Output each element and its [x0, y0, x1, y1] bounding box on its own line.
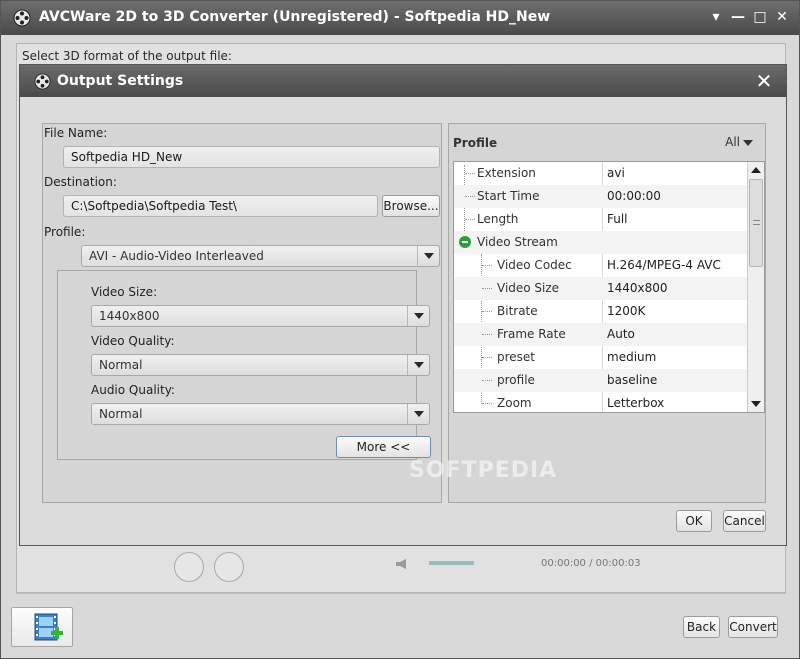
- property-row[interactable]: profile baseline: [454, 369, 747, 392]
- volume-slider[interactable]: [429, 561, 474, 565]
- app-window: AVCWare 2D to 3D Converter (Unregistered…: [0, 0, 800, 659]
- chevron-down-icon[interactable]: [417, 246, 439, 266]
- property-value: Auto: [607, 327, 635, 341]
- ok-button[interactable]: OK: [676, 510, 712, 532]
- property-key: Zoom: [497, 396, 532, 410]
- chevron-down-icon: [743, 139, 753, 146]
- audio-quality-select[interactable]: Normal: [91, 403, 430, 425]
- chevron-down-icon[interactable]: [407, 306, 429, 326]
- browse-button[interactable]: Browse...: [382, 195, 440, 217]
- property-key: Video Codec: [497, 258, 572, 272]
- maximize-button[interactable]: □: [749, 6, 771, 28]
- property-row[interactable]: Frame Rate Auto: [454, 323, 747, 346]
- property-row[interactable]: Start Time 00:00:00: [454, 185, 747, 208]
- property-value: avi: [607, 166, 625, 180]
- profile-filter-dropdown[interactable]: All: [725, 135, 753, 149]
- play-button[interactable]: [174, 552, 204, 582]
- property-key: Extension: [477, 166, 536, 180]
- title-bar[interactable]: AVCWare 2D to 3D Converter (Unregistered…: [1, 1, 799, 35]
- property-value: Full: [607, 212, 628, 226]
- chevron-down-icon[interactable]: [407, 355, 429, 375]
- property-row[interactable]: Video Size 1440x800: [454, 277, 747, 300]
- property-row[interactable]: Length Full: [454, 208, 747, 231]
- window-title: AVCWare 2D to 3D Converter (Unregistered…: [39, 9, 551, 25]
- property-key: Video Stream: [477, 235, 558, 249]
- profile-select[interactable]: AVI - Audio-Video Interleaved: [81, 245, 440, 267]
- video-quality-select[interactable]: Normal: [91, 354, 430, 376]
- window-menu-button[interactable]: ▾: [705, 6, 727, 28]
- property-value: 00:00:00: [607, 189, 661, 203]
- profile-property-grid: Extension avi Start Time 00:00:00 Length…: [453, 161, 765, 413]
- chevron-down-icon[interactable]: [407, 404, 429, 424]
- grip-icon: [753, 220, 760, 225]
- profile-filter-value: All: [725, 135, 740, 149]
- property-key: Video Size: [497, 281, 560, 295]
- cancel-button[interactable]: Cancel: [723, 510, 766, 532]
- collapse-icon[interactable]: [459, 236, 471, 248]
- video-size-label: Video Size:: [91, 285, 158, 299]
- file-name-input[interactable]: Softpedia HD_New: [63, 146, 440, 168]
- minimize-button[interactable]: —: [727, 6, 749, 28]
- property-value: 1440x800: [607, 281, 668, 295]
- property-key: Length: [477, 212, 519, 226]
- video-size-select[interactable]: 1440x800: [91, 305, 430, 327]
- property-value: H.264/MPEG-4 AVC: [607, 258, 721, 272]
- destination-label: Destination:: [44, 175, 117, 189]
- video-quality-select-value: Normal: [99, 358, 143, 372]
- profile-properties-group: Profile All Extension avi Start Time 00:…: [448, 123, 766, 503]
- profile-label: Profile:: [44, 225, 86, 239]
- back-button[interactable]: Back: [683, 616, 720, 638]
- property-value: Letterbox: [607, 396, 665, 410]
- property-key: Start Time: [477, 189, 540, 203]
- bottom-divider: [16, 593, 786, 594]
- film-reel-icon: [34, 73, 51, 90]
- property-value: 1200K: [607, 304, 646, 318]
- property-row[interactable]: Bitrate 1200K: [454, 300, 747, 323]
- scroll-up-arrow-icon[interactable]: [748, 162, 764, 178]
- stop-button[interactable]: [214, 552, 244, 582]
- property-value: medium: [607, 350, 657, 364]
- softpedia-watermark: SOFTPEDIA: [409, 458, 558, 483]
- scroll-down-arrow-icon[interactable]: [748, 396, 764, 412]
- profile-header: Profile: [453, 136, 498, 150]
- video-size-select-value: 1440x800: [99, 309, 160, 323]
- property-key: Frame Rate: [497, 327, 566, 341]
- close-window-button[interactable]: ✕: [771, 6, 793, 28]
- property-key: Bitrate: [497, 304, 538, 318]
- playback-time: 00:00:00 / 00:00:03: [541, 558, 641, 569]
- format-prompt: Select 3D format of the output file:: [22, 49, 232, 63]
- convert-button[interactable]: Convert: [728, 616, 778, 638]
- file-name-label: File Name:: [44, 126, 108, 140]
- property-row[interactable]: Video Codec H.264/MPEG-4 AVC: [454, 254, 747, 277]
- destination-input[interactable]: C:\Softpedia\Softpedia Test\: [63, 195, 378, 217]
- dialog-title-bar[interactable]: Output Settings ✕: [20, 65, 786, 97]
- property-value: baseline: [607, 373, 658, 387]
- film-reel-icon: [13, 9, 31, 27]
- scroll-thumb[interactable]: [749, 179, 763, 267]
- dialog-title: Output Settings: [57, 73, 184, 89]
- dialog-close-button[interactable]: ✕: [752, 68, 776, 94]
- audio-quality-select-value: Normal: [99, 407, 143, 421]
- add-video-button[interactable]: [11, 607, 73, 647]
- profile-select-value: AVI - Audio-Video Interleaved: [89, 249, 264, 263]
- output-settings-dialog: Output Settings ✕ File Name: Softpedia H…: [19, 64, 787, 546]
- property-row[interactable]: preset medium: [454, 346, 747, 369]
- property-key: profile: [497, 373, 535, 387]
- more-button[interactable]: More <<: [336, 436, 431, 458]
- property-row[interactable]: Extension avi: [454, 162, 747, 185]
- property-row-group[interactable]: Video Stream: [454, 231, 747, 254]
- property-grid-scrollbar[interactable]: [747, 162, 764, 412]
- property-key: preset: [497, 350, 536, 364]
- video-quality-label: Video Quality:: [91, 334, 175, 348]
- audio-quality-label: Audio Quality:: [91, 383, 175, 397]
- property-row[interactable]: Zoom Letterbox: [454, 392, 747, 412]
- add-film-icon: [34, 613, 63, 641]
